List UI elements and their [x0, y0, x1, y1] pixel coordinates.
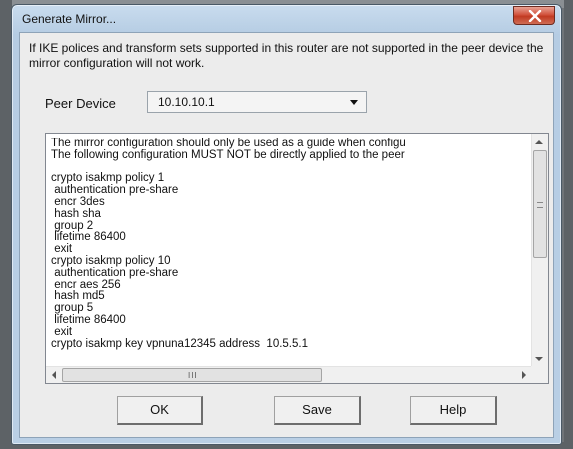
scrollbar-corner [531, 366, 548, 383]
ok-button[interactable]: OK [117, 396, 203, 425]
peer-device-value: 10.10.10.1 [158, 95, 215, 109]
title-bar[interactable]: Generate Mirror... [12, 5, 561, 33]
config-line: crypto isakmp policy 10 [51, 254, 171, 267]
scroll-grip-icon: III [188, 371, 198, 380]
mirror-config-textarea[interactable]: The mirror configuration should only be … [45, 133, 549, 384]
vertical-scrollbar[interactable] [531, 134, 548, 367]
close-button[interactable] [513, 6, 555, 25]
save-button[interactable]: Save [274, 396, 361, 425]
scroll-down-arrow-icon[interactable] [535, 357, 543, 361]
peer-device-label: Peer Device [45, 96, 116, 111]
scroll-left-arrow-icon[interactable] [52, 371, 56, 379]
window-title: Generate Mirror... [22, 12, 117, 26]
config-line: The following configuration MUST NOT be … [51, 148, 405, 161]
generate-mirror-dialog: Generate Mirror... If IKE polices and tr… [11, 4, 562, 445]
info-message: If IKE polices and transform sets suppor… [29, 41, 544, 70]
dialog-body: If IKE polices and transform sets suppor… [19, 32, 554, 438]
scroll-grip-icon [537, 202, 543, 208]
mirror-config-text[interactable]: The mirror configuration should only be … [51, 138, 528, 368]
config-line: lifetime 86400 [51, 231, 126, 244]
config-line: exit [51, 325, 73, 338]
chevron-down-icon[interactable] [350, 100, 358, 105]
scroll-up-arrow-icon[interactable] [535, 140, 543, 144]
background-right [564, 0, 573, 449]
config-line: authentication pre-share [51, 266, 179, 279]
help-button[interactable]: Help [410, 396, 497, 425]
close-icon [528, 10, 542, 22]
vertical-scroll-thumb[interactable] [533, 150, 547, 258]
horizontal-scroll-thumb[interactable]: III [62, 368, 322, 382]
config-line: crypto isakmp key vpnuna12345 address 10… [51, 337, 308, 350]
horizontal-scrollbar[interactable]: III [46, 366, 532, 383]
config-line: authentication pre-share [51, 184, 179, 197]
config-line: encr 3des [51, 195, 105, 208]
config-line: hash sha [51, 207, 101, 220]
config-line: hash md5 [51, 290, 105, 303]
scroll-right-arrow-icon[interactable] [522, 371, 526, 379]
config-line: encr aes 256 [51, 278, 121, 291]
peer-device-dropdown[interactable]: 10.10.10.1 [147, 91, 367, 113]
config-line: lifetime 86400 [51, 313, 126, 326]
